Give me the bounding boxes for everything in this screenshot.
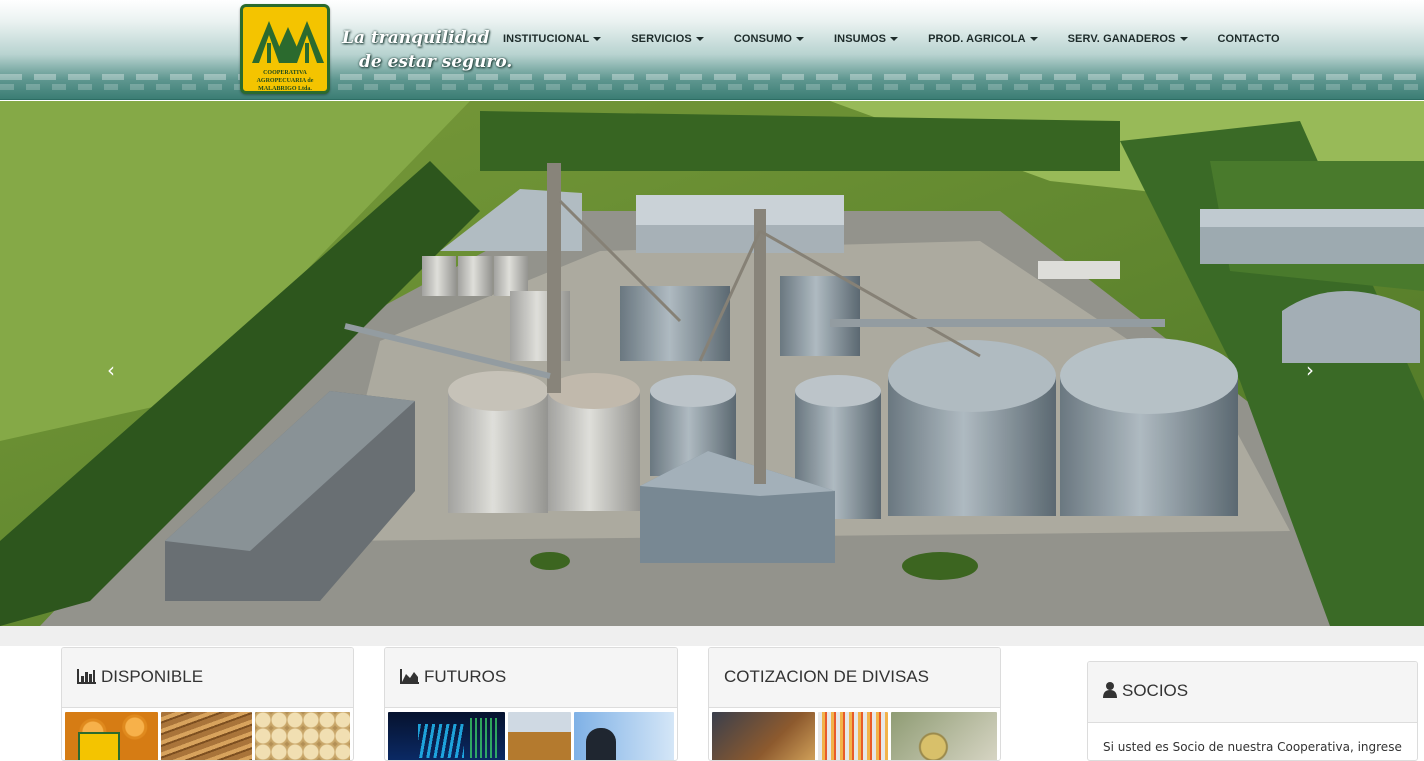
nav-contacto[interactable]: CONTACTO bbox=[1209, 30, 1289, 50]
panel-title: FUTUROS bbox=[424, 667, 507, 686]
nav-servicios[interactable]: SERVICIOS bbox=[622, 30, 713, 50]
panel-images bbox=[385, 708, 677, 760]
oranges-image bbox=[65, 712, 158, 760]
header-decoration bbox=[0, 74, 1424, 80]
caret-down-icon bbox=[796, 37, 805, 42]
site-header: COOPERATIVA AGROPECUARIA de MALABRIGO Lt… bbox=[0, 0, 1424, 100]
socios-description: Si usted es Socio de nuestra Cooperativa… bbox=[1103, 740, 1402, 754]
slogan-line-1: La tranquilidad bbox=[342, 28, 490, 48]
nav-prod-agricola[interactable]: PROD. AGRICOLA bbox=[919, 30, 1047, 50]
panel-heading: DISPONIBLE bbox=[62, 648, 353, 708]
wheat-image bbox=[160, 712, 253, 760]
caret-down-icon bbox=[593, 37, 602, 42]
area-chart-icon bbox=[400, 669, 419, 689]
panel-title: SOCIOS bbox=[1122, 681, 1189, 700]
stock-ticker-image bbox=[388, 712, 505, 760]
money-coins-image bbox=[891, 712, 997, 760]
harvester-image bbox=[507, 712, 572, 760]
cooperative-logo[interactable]: COOPERATIVA AGROPECUARIA de MALABRIGO Lt… bbox=[240, 4, 330, 94]
panel-heading: SOCIOS bbox=[1088, 662, 1417, 723]
panel-divisas[interactable]: COTIZACION DE DIVISAS bbox=[708, 647, 1001, 761]
bar-chart-icon bbox=[77, 669, 96, 689]
main-nav: INSTITUCIONAL SERVICIOS CONSUMO INSUMOS … bbox=[494, 30, 1301, 50]
panel-heading: FUTUROS bbox=[385, 648, 677, 708]
carousel-prev-button[interactable]: ‹ bbox=[107, 358, 115, 382]
panel-title: COTIZACION DE DIVISAS bbox=[724, 667, 929, 686]
hero-carousel: ‹ › bbox=[0, 101, 1424, 626]
logo-caption: COOPERATIVA AGROPECUARIA de MALABRIGO Lt… bbox=[256, 70, 314, 92]
caret-down-icon bbox=[1179, 37, 1188, 42]
panel-socios[interactable]: SOCIOS Si usted es Socio de nuestra Coop… bbox=[1087, 661, 1418, 761]
slogan: La tranquilidad de estar seguro. bbox=[342, 26, 512, 74]
carousel-next-button[interactable]: › bbox=[1306, 358, 1314, 382]
header-decoration bbox=[0, 84, 1424, 90]
caret-down-icon bbox=[1029, 37, 1038, 42]
phone-trading-image bbox=[712, 712, 815, 760]
panel-futuros[interactable]: FUTUROS bbox=[384, 647, 678, 761]
panel-title: DISPONIBLE bbox=[101, 667, 204, 686]
soybeans-image bbox=[255, 712, 350, 760]
nav-institucional[interactable]: INSTITUCIONAL bbox=[494, 30, 610, 50]
panel-images bbox=[709, 708, 1000, 760]
panel-images bbox=[62, 708, 353, 760]
user-icon bbox=[1103, 682, 1117, 703]
nav-insumos[interactable]: INSUMOS bbox=[825, 30, 907, 50]
slogan-line-2: de estar seguro. bbox=[359, 52, 513, 72]
businessman-image bbox=[574, 712, 674, 760]
panel-heading: COTIZACION DE DIVISAS bbox=[709, 648, 1000, 708]
bar-graph-image bbox=[817, 712, 889, 760]
grain-silo-aerial-image bbox=[0, 101, 1424, 626]
panel-disponible[interactable]: DISPONIBLE bbox=[61, 647, 354, 761]
tree-logo-icon bbox=[249, 13, 327, 69]
caret-down-icon bbox=[695, 37, 704, 42]
nav-consumo[interactable]: CONSUMO bbox=[725, 30, 813, 50]
nav-serv-ganaderos[interactable]: SERV. GANADEROS bbox=[1059, 30, 1197, 50]
caret-down-icon bbox=[890, 37, 899, 42]
